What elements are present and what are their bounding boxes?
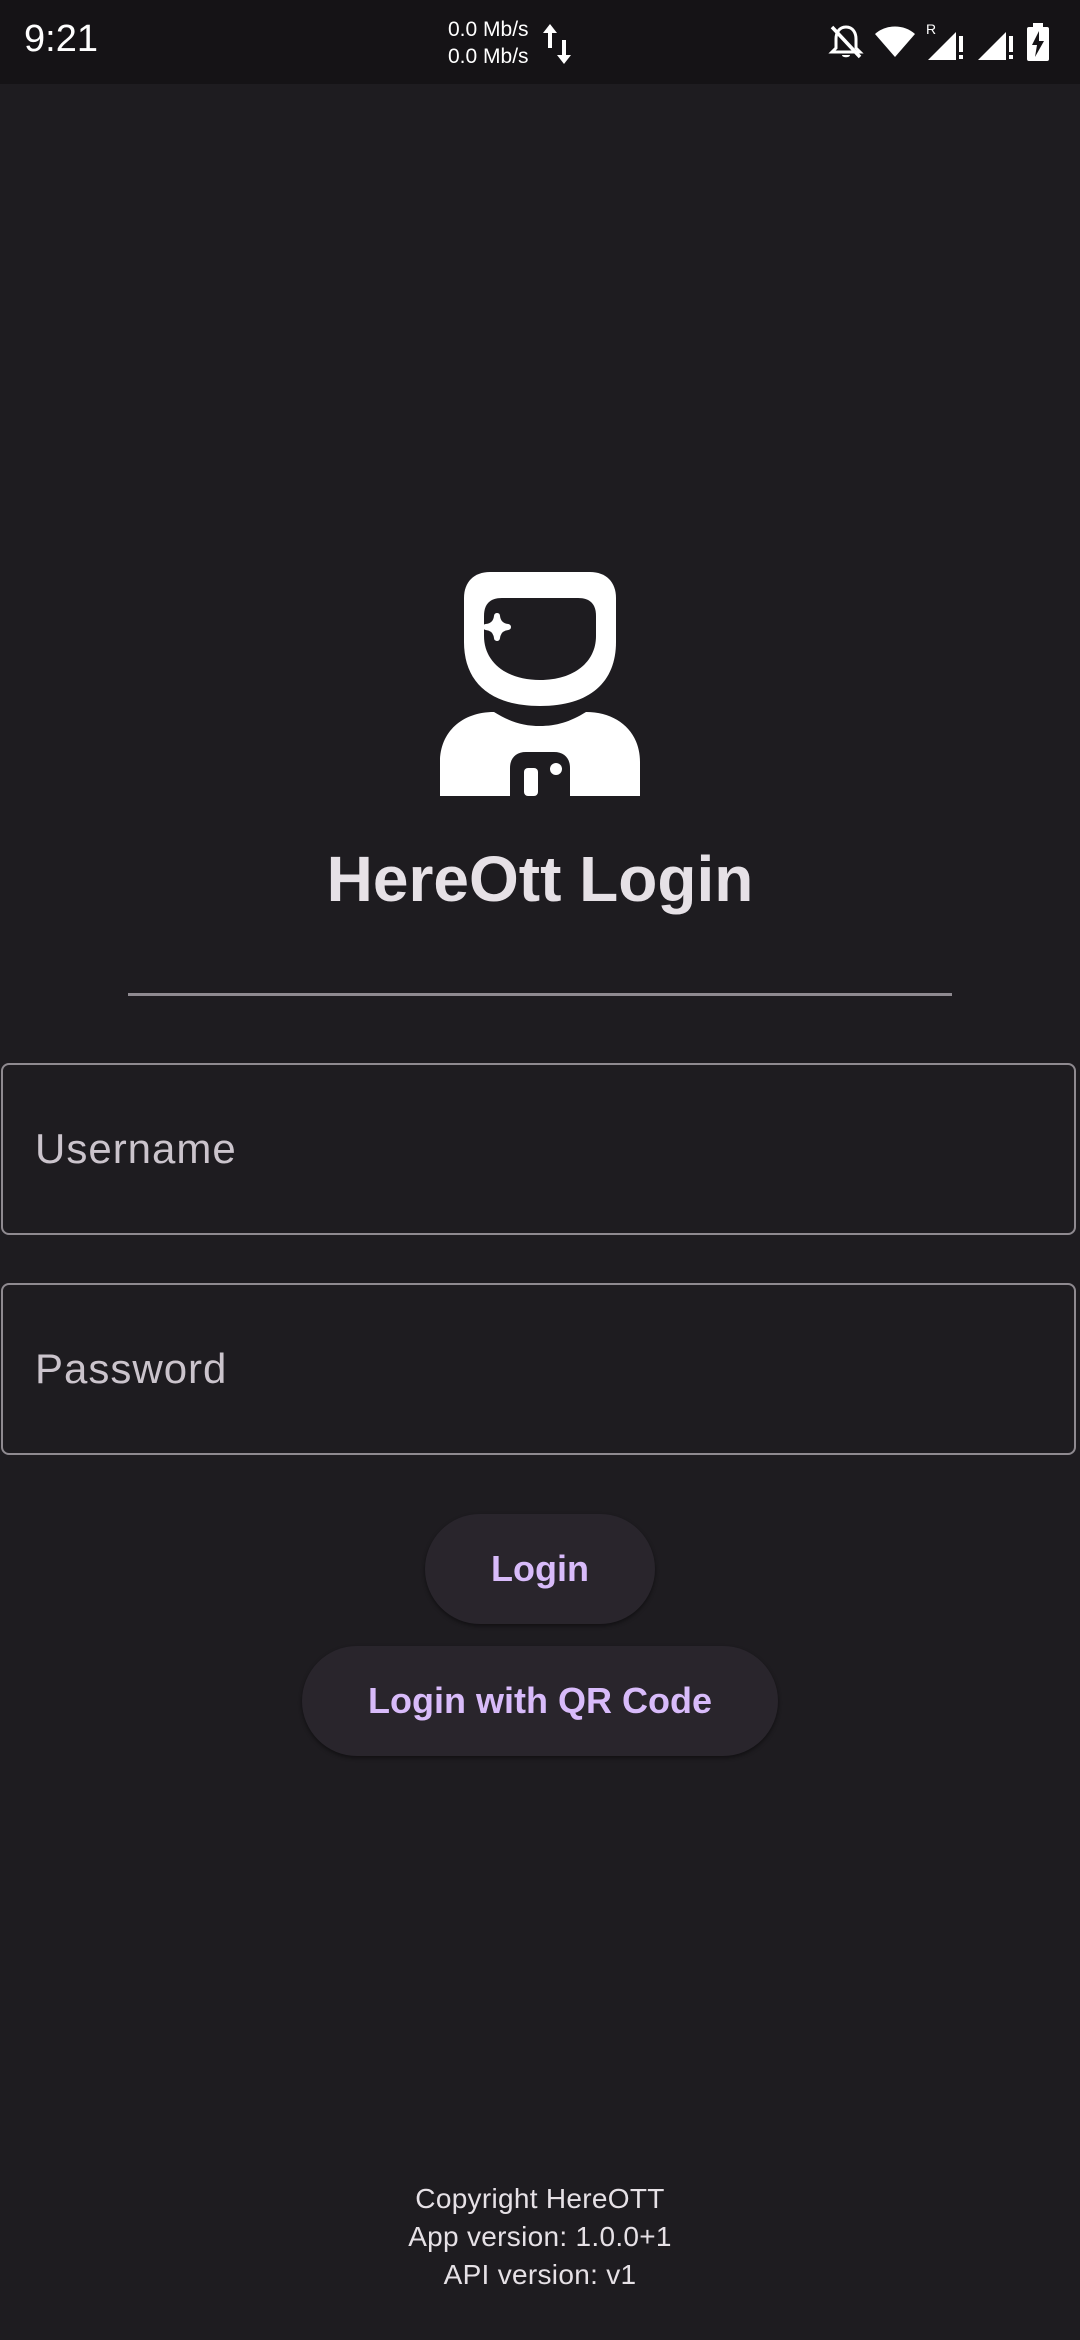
api-version-text: API version: v1 — [443, 2259, 637, 2290]
astronaut-icon — [440, 572, 640, 796]
username-field[interactable] — [1, 1063, 1076, 1235]
login-button[interactable]: Login — [425, 1514, 655, 1624]
password-input[interactable] — [3, 1285, 1074, 1453]
roaming-letter: R — [926, 22, 936, 37]
login-qr-button[interactable]: Login with QR Code — [302, 1646, 778, 1756]
divider — [128, 993, 952, 996]
signal-icon — [976, 22, 1016, 62]
network-speed: 0.0 Mb/s 0.0 Mb/s — [448, 16, 529, 70]
footer: Copyright HereOTT App version: 1.0.0+1 A… — [0, 2180, 1080, 2294]
app-version-text: App version: 1.0.0+1 — [408, 2221, 672, 2252]
page-title: HereOtt Login — [326, 843, 754, 915]
notifications-off-icon — [828, 23, 864, 61]
signal-roaming-icon: R — [926, 22, 966, 62]
data-transfer-icon — [543, 24, 571, 64]
wifi-icon — [874, 25, 916, 59]
copyright-text: Copyright HereOTT — [415, 2183, 665, 2214]
status-time: 9:21 — [24, 18, 98, 60]
network-speed-up: 0.0 Mb/s — [448, 18, 529, 41]
password-field[interactable] — [1, 1283, 1076, 1455]
status-bar: 9:21 0.0 Mb/s 0.0 Mb/s R — [0, 0, 1080, 84]
status-icons: R — [828, 20, 1050, 64]
battery-charging-icon — [1026, 22, 1050, 62]
username-input[interactable] — [3, 1065, 1074, 1233]
network-speed-down: 0.0 Mb/s — [448, 45, 529, 68]
